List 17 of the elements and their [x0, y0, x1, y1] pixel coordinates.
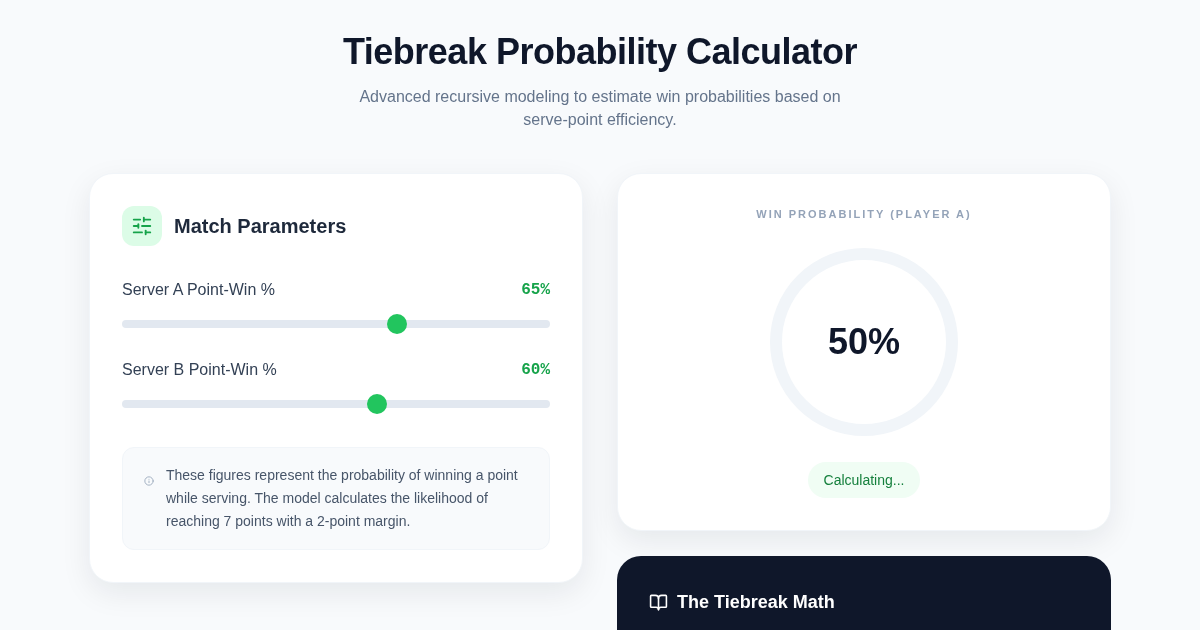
slider-thumb[interactable]	[387, 314, 408, 334]
slider-value: 65%	[521, 280, 550, 301]
slider-label: Server B Point-Win %	[122, 360, 277, 380]
slider-thumb[interactable]	[366, 394, 387, 414]
card-title: Match Parameters	[174, 214, 347, 239]
math-title: The Tiebreak Math	[677, 591, 835, 614]
note-text: These figures represent the probability of winning a point while serving. The model calculates the likelihood of reaching 7 points with a 2-point margin.	[166, 466, 519, 531]
probability-value: 50%	[827, 322, 901, 362]
result-label: WIN PROBABILITY (PLAYER A)	[756, 207, 972, 222]
info-icon	[144, 476, 154, 486]
status-badge: Calculating...	[807, 462, 921, 498]
book-icon	[649, 592, 668, 612]
sliders-icon	[122, 206, 162, 246]
slider-value: 60%	[521, 360, 550, 381]
page-subtitle: Advanced recursive modeling to estimate win probabilities based on serve-point efficiency.	[358, 87, 842, 130]
page-title: Tiebreak Probability Calculator	[343, 32, 857, 72]
slider-label: Server A Point-Win %	[122, 280, 275, 300]
